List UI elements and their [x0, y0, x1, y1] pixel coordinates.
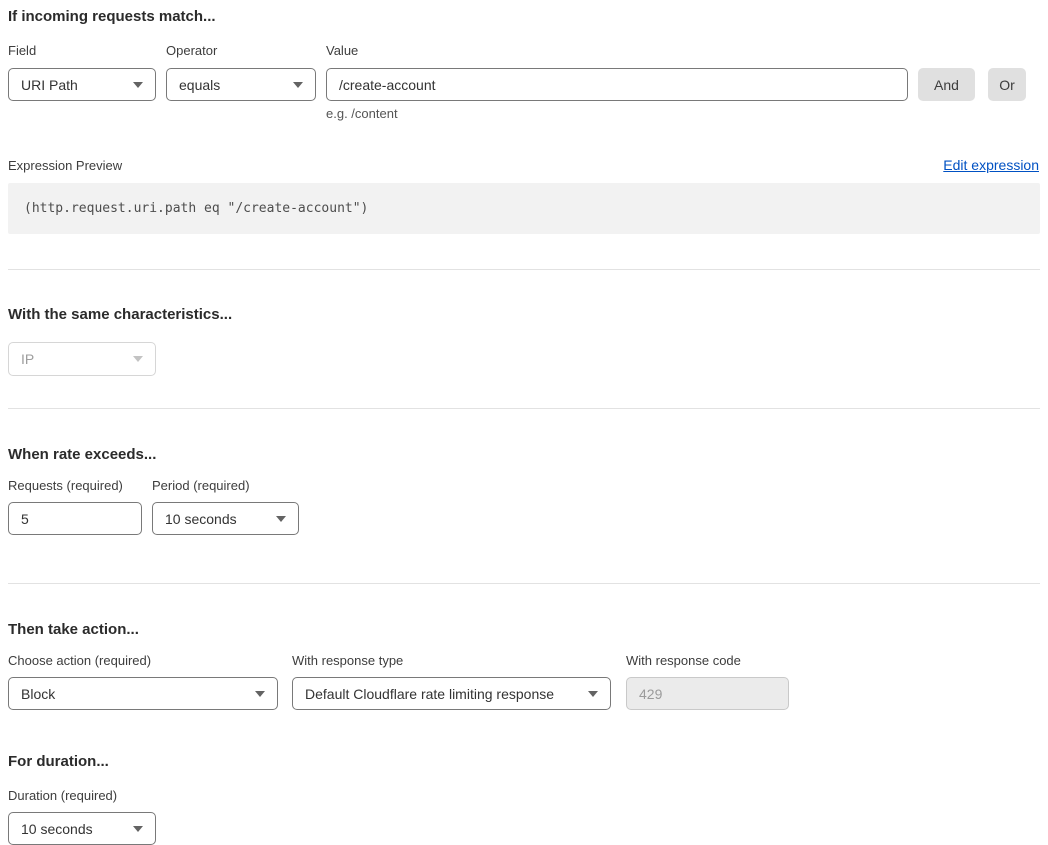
characteristic-dropdown-value: IP: [21, 351, 34, 367]
operator-dropdown[interactable]: equals: [166, 68, 316, 101]
period-dropdown[interactable]: 10 seconds: [152, 502, 299, 535]
response-type-column: With response type Default Cloudflare ra…: [292, 653, 611, 710]
chevron-down-icon: [588, 691, 598, 697]
response-code-input: [626, 677, 789, 710]
chevron-down-icon: [255, 691, 265, 697]
edit-expression-link[interactable]: Edit expression: [943, 157, 1039, 173]
action-section-title: Then take action...: [8, 621, 1040, 639]
chevron-down-icon: [133, 82, 143, 88]
response-type-dropdown[interactable]: Default Cloudflare rate limiting respons…: [292, 677, 611, 710]
operator-dropdown-value: equals: [179, 77, 220, 93]
section-divider: [8, 583, 1040, 584]
action-dropdown-value: Block: [21, 686, 55, 702]
characteristics-section-title: With the same characteristics...: [8, 306, 1040, 324]
action-fields-row: Choose action (required) Block With resp…: [8, 653, 1040, 710]
value-label: Value: [326, 43, 908, 59]
period-dropdown-value: 10 seconds: [165, 511, 237, 527]
expression-preview-code: (http.request.uri.path eq "/create-accou…: [8, 183, 1040, 234]
section-divider: [8, 269, 1040, 270]
chevron-down-icon: [133, 356, 143, 362]
rate-section-title: When rate exceeds...: [8, 446, 1040, 464]
field-column: Field URI Path: [8, 43, 156, 101]
duration-field: Duration (required) 10 seconds: [8, 788, 1040, 845]
value-hint: e.g. /content: [326, 106, 908, 122]
characteristic-dropdown: IP: [8, 342, 156, 376]
operator-column: Operator equals: [166, 43, 316, 101]
and-button[interactable]: And: [918, 68, 975, 101]
chevron-down-icon: [293, 82, 303, 88]
expression-preview-header: Expression Preview Edit expression: [8, 157, 1040, 174]
duration-section-title: For duration...: [8, 753, 1040, 771]
section-divider: [8, 408, 1040, 409]
requests-column: Requests (required): [8, 478, 142, 535]
rate-fields-row: Requests (required) Period (required) 10…: [8, 478, 1040, 535]
action-label: Choose action (required): [8, 653, 278, 669]
response-type-label: With response type: [292, 653, 611, 669]
value-column: Value e.g. /content: [326, 43, 908, 122]
field-label: Field: [8, 43, 156, 59]
chevron-down-icon: [133, 826, 143, 832]
period-label: Period (required): [152, 478, 299, 494]
or-button[interactable]: Or: [988, 68, 1026, 101]
action-column: Choose action (required) Block: [8, 653, 278, 710]
value-input[interactable]: [326, 68, 908, 101]
requests-label: Requests (required): [8, 478, 142, 494]
operator-label: Operator: [166, 43, 316, 59]
duration-dropdown[interactable]: 10 seconds: [8, 812, 156, 845]
field-dropdown[interactable]: URI Path: [8, 68, 156, 101]
response-type-dropdown-value: Default Cloudflare rate limiting respons…: [305, 686, 554, 702]
requests-input[interactable]: [8, 502, 142, 535]
duration-dropdown-value: 10 seconds: [21, 821, 93, 837]
response-code-column: With response code: [626, 653, 789, 710]
response-code-label: With response code: [626, 653, 789, 669]
duration-label: Duration (required): [8, 788, 1040, 804]
expression-preview-label: Expression Preview: [8, 158, 122, 174]
action-dropdown[interactable]: Block: [8, 677, 278, 710]
match-section-title: If incoming requests match...: [8, 8, 1040, 26]
match-fields-row: Field URI Path Operator equals Value e.g…: [8, 43, 1040, 122]
chevron-down-icon: [276, 516, 286, 522]
field-dropdown-value: URI Path: [21, 77, 78, 93]
period-column: Period (required) 10 seconds: [152, 478, 299, 535]
rate-limiting-rule-form: If incoming requests match... Field URI …: [0, 0, 1048, 845]
